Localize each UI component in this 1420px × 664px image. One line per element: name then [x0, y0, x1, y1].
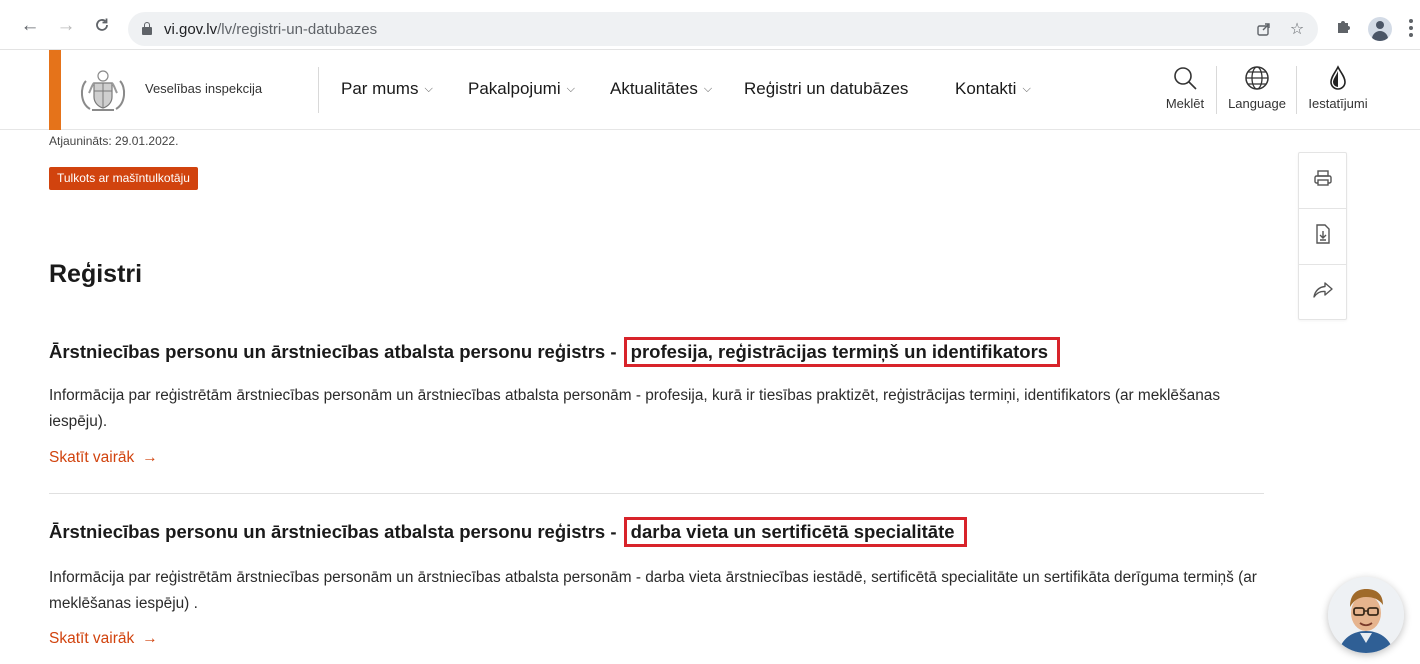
search-icon [1160, 64, 1210, 92]
chevron-down-icon: ⌵ [703, 83, 713, 95]
updated-date: Atjaunināts: 29.01.2022. [49, 134, 179, 148]
url-text[interactable]: vi.gov.lv/lv/registri-un-datubazes [164, 21, 377, 38]
address-bar[interactable]: vi.gov.lv/lv/registri-un-datubazes ☆ [128, 12, 1318, 46]
register-description: Informācija par reģistrētām ārstniecības… [49, 569, 1257, 612]
back-icon[interactable]: ← [18, 13, 42, 37]
highlighted-title-part: darba vieta un sertificētā specialitāte [623, 517, 967, 547]
browser-toolbar: ← → vi.gov.lv/lv/registri-un-datubazes ☆ [0, 0, 1420, 50]
settings-tool-button[interactable]: Iestatījumi [1304, 64, 1372, 111]
share-icon[interactable] [1254, 19, 1274, 39]
machine-translation-badge: Tulkots ar mašīntulkotāju [49, 167, 198, 190]
register-description: Informācija par reģistrētām ārstniecības… [49, 387, 1221, 430]
download-document-icon [1314, 224, 1332, 249]
see-more-link[interactable]: Skatīt vairāk → [49, 449, 158, 467]
search-tool-button[interactable]: Meklēt [1160, 64, 1210, 111]
page-title: Reģistri [49, 260, 143, 288]
nav-item-aktualitates[interactable]: Aktualitātes ⌵ [610, 79, 712, 99]
globe-icon [1224, 64, 1290, 92]
profile-avatar[interactable] [1368, 17, 1392, 41]
language-tool-button[interactable]: Language [1224, 64, 1290, 111]
highlighted-title-part: profesija, reģistrācijas termiņš un iden… [623, 337, 1061, 367]
chevron-down-icon: ⌵ [424, 83, 433, 95]
printer-icon [1313, 168, 1333, 193]
bookmark-star-icon[interactable]: ☆ [1287, 19, 1307, 39]
brand-accent-bar [49, 50, 61, 130]
see-more-link[interactable]: Skatīt vairāk → [49, 630, 158, 648]
forward-icon[interactable]: → [54, 13, 78, 37]
nav-item-registri[interactable]: Reģistri un datubāzes [744, 79, 908, 99]
share-button[interactable] [1299, 265, 1346, 320]
share-arrow-icon [1312, 281, 1334, 304]
nav-item-pakalpojumi[interactable]: Pakalpojumi ⌵ [468, 79, 575, 99]
arrow-right-icon: → [142, 630, 158, 647]
site-header: Veselības inspekcija Par mums ⌵ Pakalpoju… [0, 50, 1420, 130]
register-title[interactable]: Ārstniecības personu un ārstniecības atb… [49, 517, 967, 547]
chevron-down-icon: ⌵ [1022, 83, 1031, 95]
page-tools-panel [1298, 152, 1347, 320]
print-button[interactable] [1299, 153, 1346, 208]
site-logo-text[interactable]: Veselības inspekcija [145, 81, 262, 96]
chevron-down-icon: ⌵ [566, 83, 575, 95]
register-title[interactable]: Ārstniecības personu un ārstniecības atb… [49, 337, 1061, 367]
lock-icon[interactable] [142, 22, 152, 35]
arrow-right-icon: → [142, 449, 158, 466]
coat-of-arms-logo[interactable] [76, 63, 130, 117]
extensions-puzzle-icon[interactable] [1333, 15, 1355, 37]
contrast-drop-icon [1304, 64, 1372, 92]
tool-divider [1296, 66, 1297, 114]
more-menu-icon[interactable] [1407, 17, 1415, 39]
tool-divider [1216, 66, 1217, 114]
header-divider [318, 67, 319, 113]
nav-item-par-mums[interactable]: Par mums ⌵ [341, 79, 433, 99]
download-button[interactable] [1299, 209, 1346, 264]
section-divider [49, 493, 1264, 494]
reload-icon[interactable] [90, 13, 114, 37]
virtual-assistant-avatar[interactable] [1328, 577, 1404, 653]
nav-item-kontakti[interactable]: Kontakti ⌵ [955, 79, 1031, 99]
